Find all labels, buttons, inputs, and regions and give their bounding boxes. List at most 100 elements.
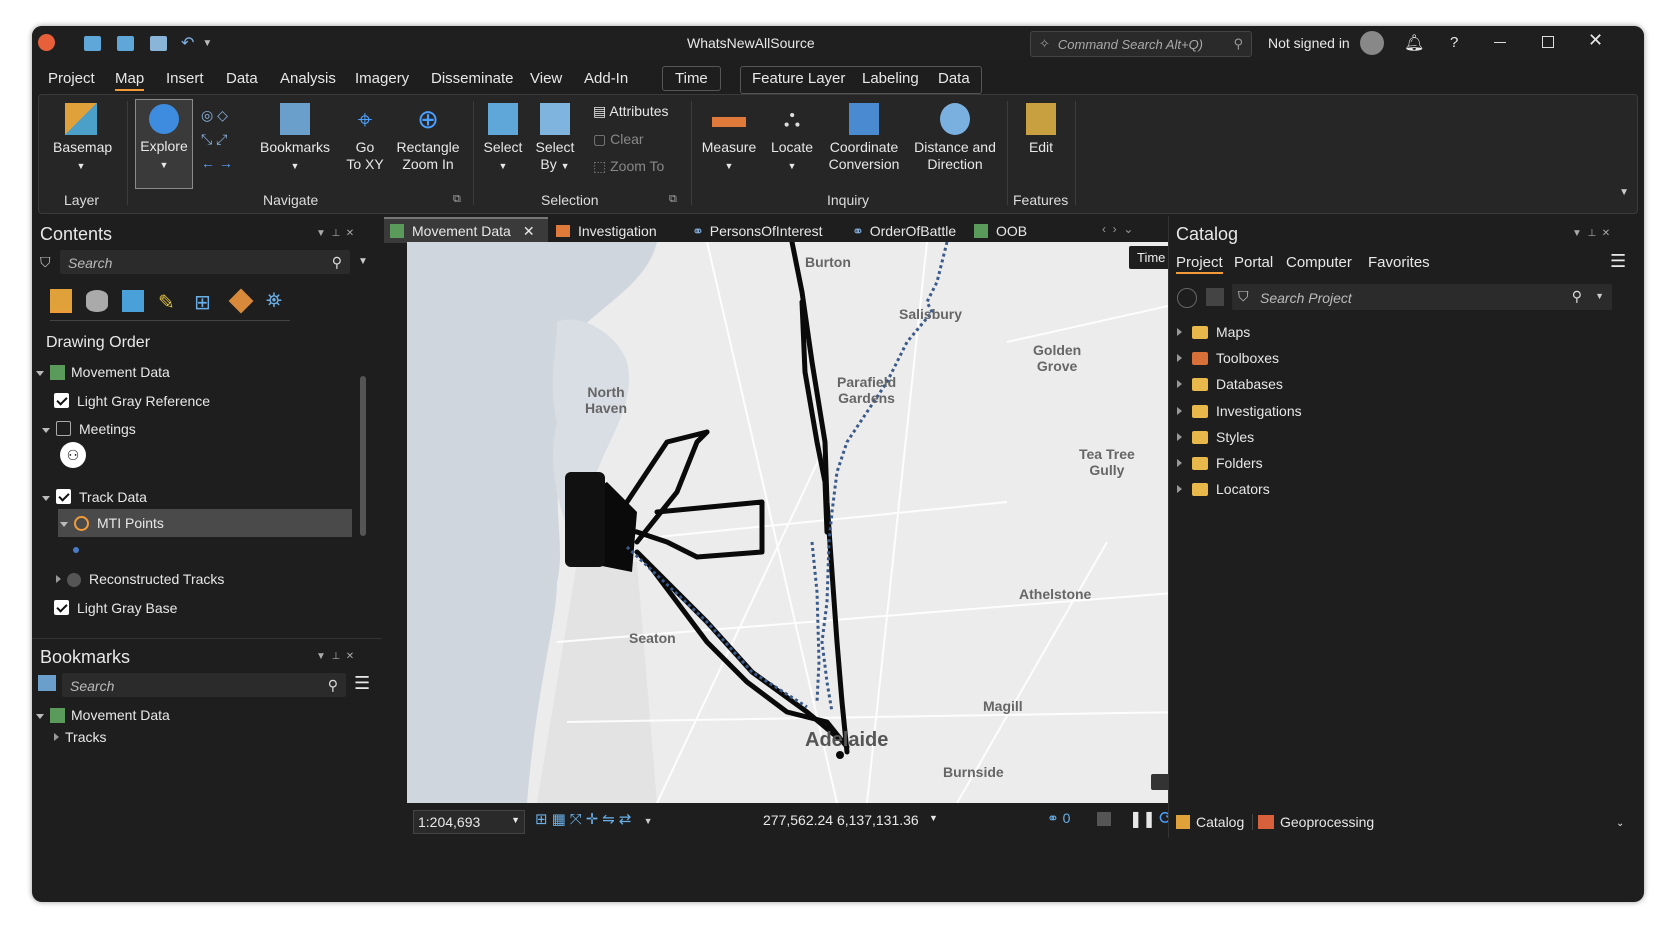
search-options-icon[interactable]: ▼: [358, 256, 368, 267]
selected-features-icon[interactable]: ⚭ 0: [1047, 810, 1070, 827]
tab-oob[interactable]: OOB: [974, 219, 1027, 243]
bookmarks-manage-icon[interactable]: [38, 675, 56, 691]
command-search-input[interactable]: ✧ Command Search Alt+Q) ⚲: [1030, 31, 1252, 57]
basemap-button[interactable]: Basemap ▼: [53, 103, 112, 175]
ribbon-collapse-icon[interactable]: ▼: [1619, 187, 1629, 198]
close-window-icon[interactable]: ✕: [1588, 30, 1603, 51]
tree-item-reconstructed-tracks[interactable]: Reconstructed Tracks: [56, 571, 224, 587]
tab-map[interactable]: Map: [115, 70, 145, 91]
tab-insert[interactable]: Insert: [166, 70, 204, 87]
menu-icon[interactable]: ☰: [1610, 251, 1626, 272]
bottom-tab-catalog[interactable]: Catalog: [1176, 814, 1254, 830]
catalog-item-styles[interactable]: Styles: [1177, 429, 1254, 445]
tab-add-in[interactable]: Add-In: [584, 70, 628, 87]
list-by-editing-icon[interactable]: ✎: [158, 290, 180, 314]
visibility-checkbox[interactable]: [56, 489, 71, 504]
bookmarks-button[interactable]: Bookmarks ▼: [257, 103, 333, 175]
tab-view[interactable]: View: [530, 70, 562, 87]
catalog-item-investigations[interactable]: Investigations: [1177, 403, 1302, 419]
list-by-labeling-icon[interactable]: [228, 288, 254, 314]
map-view[interactable]: Time ▼ Burton Salisbury Golden Grove Par…: [407, 242, 1186, 803]
avatar[interactable]: [1360, 31, 1384, 55]
catalog-tab-computer[interactable]: Computer: [1286, 254, 1352, 271]
menu-icon[interactable]: ☰: [354, 673, 370, 694]
list-by-snapping-icon[interactable]: ⊞: [194, 290, 216, 314]
rectangle-zoom-in-button[interactable]: ⊕ Rectangle Zoom In: [393, 103, 463, 173]
catalog-item-folders[interactable]: Folders: [1177, 455, 1263, 471]
tab-labeling[interactable]: Labeling: [862, 70, 919, 87]
scale-selector[interactable]: 1:204,693 ▼: [413, 810, 525, 834]
tree-item-mti-points[interactable]: MTI Points: [58, 509, 352, 537]
close-tab-icon[interactable]: ✕: [523, 223, 535, 240]
visibility-checkbox[interactable]: [54, 393, 69, 408]
tree-item-movement-data[interactable]: Movement Data: [36, 364, 170, 380]
undo-icon[interactable]: ↶: [181, 33, 194, 53]
select-by-button[interactable]: Select By ▼: [533, 103, 577, 175]
measure-button[interactable]: Measure ▼: [697, 103, 761, 175]
zoom-to-button[interactable]: ⬚ Zoom To: [593, 158, 664, 175]
pane-options-icon[interactable]: ▼ ⊥ ✕: [316, 228, 354, 239]
catalog-tab-favorites[interactable]: Favorites: [1368, 254, 1430, 271]
snapping-icon[interactable]: [1097, 812, 1111, 826]
catalog-home-icon[interactable]: [1206, 288, 1224, 306]
bookmarks-search-input[interactable]: Search ⚲: [62, 673, 346, 697]
tab-investigation[interactable]: Investigation: [556, 219, 657, 243]
go-to-xy-button[interactable]: ⌖ Go To XY: [343, 103, 387, 173]
pause-drawing-icon[interactable]: ❚❚: [1129, 809, 1156, 829]
tab-scroll-icon[interactable]: ‹ › ⌄: [1102, 222, 1133, 236]
navigation-tools-icon[interactable]: ⊞▦⤧✛⇋⇄ ▼: [535, 810, 657, 828]
catalog-item-toolboxes[interactable]: Toolboxes: [1177, 350, 1279, 366]
tree-item-light-gray-reference[interactable]: Light Gray Reference: [54, 393, 210, 409]
sign-in-status[interactable]: Not signed in: [1268, 35, 1350, 51]
list-by-drawing-order-icon[interactable]: [50, 289, 72, 313]
list-by-selection-icon[interactable]: [122, 290, 144, 312]
contents-scrollbar[interactable]: [360, 376, 366, 536]
list-by-source-icon[interactable]: [86, 290, 108, 312]
context-tab-time[interactable]: Time: [662, 66, 721, 91]
tab-disseminate[interactable]: Disseminate: [431, 70, 514, 87]
select-button[interactable]: Select ▼: [481, 103, 525, 175]
bottom-tab-geoprocessing[interactable]: Geoprocessing: [1258, 814, 1374, 830]
save-project-icon[interactable]: [150, 35, 167, 51]
notification-bell-icon[interactable]: 🔔︎: [1404, 33, 1424, 53]
pane-options-icon[interactable]: ▼ ⊥ ✕: [316, 651, 354, 662]
tab-imagery[interactable]: Imagery: [355, 70, 409, 87]
tab-persons-of-interest[interactable]: ⚭ PersonsOfInterest: [692, 219, 823, 243]
selection-launcher-icon[interactable]: ⧉: [669, 193, 677, 206]
tab-feature-layer[interactable]: Feature Layer: [752, 70, 845, 87]
coordinate-format-dropdown-icon[interactable]: ▼: [929, 813, 938, 823]
tab-order-of-battle[interactable]: ⚭ OrderOfBattle: [852, 219, 956, 243]
pane-options-icon[interactable]: ▼ ⊥ ✕: [1572, 228, 1610, 239]
restore-icon[interactable]: [1542, 36, 1554, 48]
tree-item-meetings[interactable]: Meetings: [42, 421, 136, 437]
undo-dropdown-icon[interactable]: ▼: [202, 38, 212, 49]
navigate-launcher-icon[interactable]: ⧉: [453, 193, 461, 206]
catalog-tab-project[interactable]: Project: [1176, 254, 1223, 274]
zoom-tools-icon[interactable]: ◎ ◇ ⤡ ⤢ ← →: [201, 103, 241, 173]
minimize-icon[interactable]: [1494, 42, 1506, 43]
edit-button[interactable]: Edit: [1019, 103, 1063, 156]
catalog-tab-portal[interactable]: Portal: [1234, 254, 1273, 271]
distance-direction-button[interactable]: Distance and Direction: [913, 103, 997, 173]
chevron-down-icon[interactable]: ⌄: [1616, 818, 1624, 829]
coordinate-conversion-button[interactable]: Coordinate Conversion: [825, 103, 903, 173]
tab-data[interactable]: Data: [226, 70, 258, 87]
bookmark-item-tracks[interactable]: Tracks: [54, 729, 106, 745]
new-project-icon[interactable]: [84, 35, 101, 51]
catalog-item-locators[interactable]: Locators: [1177, 481, 1270, 497]
visibility-checkbox[interactable]: [54, 600, 69, 615]
catalog-item-maps[interactable]: Maps: [1177, 324, 1250, 340]
tab-analysis[interactable]: Analysis: [280, 70, 336, 87]
tab-project[interactable]: Project: [48, 70, 95, 87]
tab-movement-data[interactable]: Movement Data ✕: [384, 217, 548, 243]
clear-button[interactable]: ▢ Clear: [593, 131, 644, 148]
open-project-icon[interactable]: [117, 35, 134, 51]
tab-data-context[interactable]: Data: [938, 70, 970, 87]
attributes-button[interactable]: ▤ Attributes: [593, 103, 669, 120]
tree-item-light-gray-base[interactable]: Light Gray Base: [54, 600, 177, 616]
tree-item-track-data[interactable]: Track Data: [42, 489, 147, 505]
locate-button[interactable]: ⛬ Locate ▼: [767, 103, 817, 175]
catalog-back-icon[interactable]: [1177, 288, 1197, 308]
bookmark-group-movement-data[interactable]: Movement Data: [36, 707, 170, 723]
explore-button[interactable]: Explore ▼: [135, 99, 193, 189]
